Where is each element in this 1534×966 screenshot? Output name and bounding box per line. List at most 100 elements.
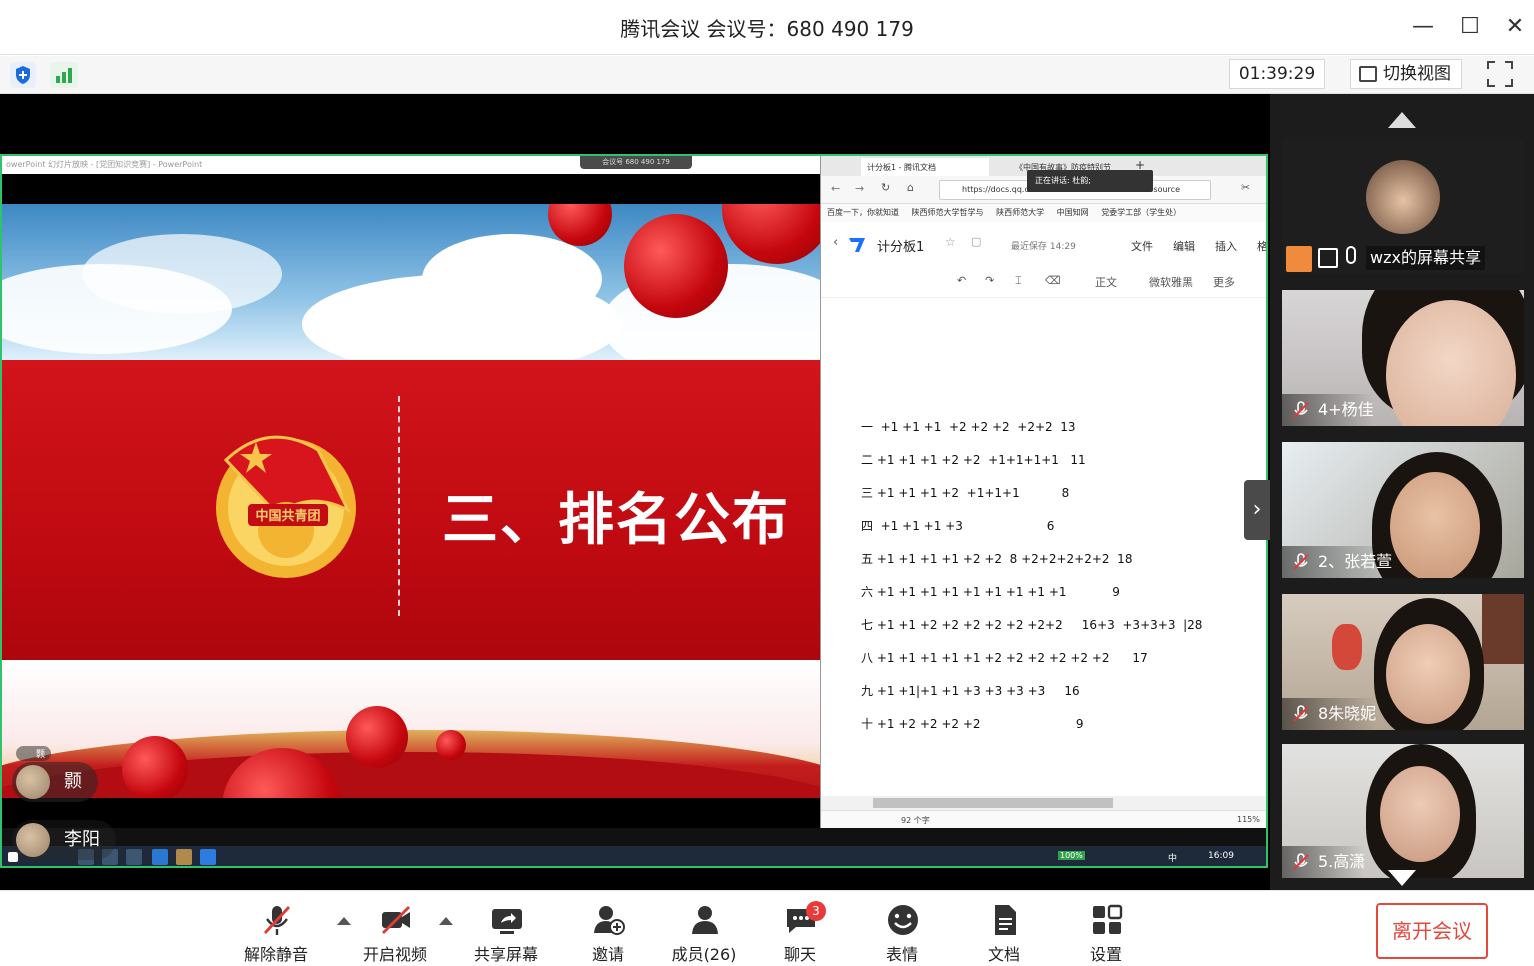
fullscreen-icon[interactable] <box>1487 61 1513 87</box>
bookmark-item[interactable]: 党委学工部（学生处） <box>1101 208 1181 217</box>
bookmarks-bar: 百度一下，你就知道 陕西师范大学哲学与 陕西师范大学 中国知网 党委学工部（学生… <box>821 204 1266 222</box>
face <box>1390 472 1480 578</box>
doc-header: ‹ 计分板1 ☆ ▢ 最近保存 14:29 文件 编辑 插入 格 <box>821 222 1266 262</box>
switch-view-button[interactable]: 切换视图 <box>1350 59 1462 89</box>
share-screen-button[interactable]: 共享屏幕 <box>466 899 546 964</box>
security-shield-icon[interactable] <box>10 62 36 88</box>
slide-title: 三、排名公布 <box>442 488 790 553</box>
doc-title: 计分板1 <box>877 240 925 255</box>
extension-icon[interactable]: ✂ <box>1241 181 1250 194</box>
ppt-slide: 中国共青团 三、排名公布 <box>2 204 820 798</box>
taskbar-app-icon <box>126 849 142 865</box>
bookmark-item[interactable]: 陕西师范大学 <box>996 208 1044 217</box>
leave-meeting-button[interactable]: 离开会议 <box>1376 903 1488 959</box>
forward-icon[interactable]: → <box>855 182 864 195</box>
zoom-level[interactable]: 115% <box>1237 815 1260 824</box>
taskbar-app-icon <box>176 849 192 865</box>
doc-format-toolbar: ↶ ↷ ⌶ ⌫ 正文 微软雅黑 更多 <box>821 262 1266 298</box>
redo-icon[interactable]: ↷ <box>985 274 994 287</box>
participant-nametag: 颢 <box>12 762 98 802</box>
clear-format-icon[interactable]: ⌫ <box>1045 274 1061 287</box>
switch-view-label: 切换视图 <box>1383 64 1451 84</box>
star-icon[interactable]: ☆ <box>945 235 956 249</box>
mic-muted-icon <box>1293 853 1309 870</box>
more-dropdown[interactable]: 更多 <box>1213 274 1235 290</box>
bookmark-item[interactable]: 百度一下，你就知道 <box>827 208 899 217</box>
decoration <box>1332 624 1362 670</box>
next-page-button[interactable]: › <box>1244 480 1270 540</box>
main-stage: owerPoint 幻灯片放映 - [党团知识竞赛] - PowerPoint <box>0 94 1270 890</box>
back-icon[interactable]: ← <box>831 182 840 195</box>
menu-edit[interactable]: 编辑 <box>1173 238 1195 254</box>
participant-tile[interactable]: 2、张若萱 <box>1282 442 1524 578</box>
close-button[interactable]: ✕ <box>1500 12 1530 42</box>
menu-file[interactable]: 文件 <box>1131 238 1153 254</box>
menu-format[interactable]: 格 <box>1257 238 1266 254</box>
score-row: 五 +1 +1 +1 +1 +2 +2 8 +2+2+2+2+2 18 <box>861 552 1133 566</box>
emblem-text: 中国共青团 <box>255 508 320 524</box>
menu-insert[interactable]: 插入 <box>1215 238 1237 254</box>
unmute-button[interactable]: 解除静音 <box>236 899 316 964</box>
settings-button[interactable]: 设置 <box>1066 899 1146 964</box>
taskbar-app-icon <box>200 849 216 865</box>
home-icon[interactable]: ⌂ <box>907 181 914 194</box>
score-row: 一 +1 +1 +1 +2 +2 +2 +2+2 13 <box>861 420 1076 434</box>
participant-name-bar: 4+杨佳 <box>1282 394 1374 426</box>
participant-tile[interactable]: 5.高潇 <box>1282 744 1524 878</box>
avatar <box>16 823 50 857</box>
meeting-timer: 01:39:29 <box>1229 59 1325 89</box>
members-icon <box>692 906 718 934</box>
minimize-button[interactable]: — <box>1408 12 1438 42</box>
browser-tab[interactable]: 计分板1 - 腾讯文档 <box>861 158 989 176</box>
score-row: 九 +1 +1|+1 +1 +3 +3 +3 +3 16 <box>861 684 1080 698</box>
scroll-up-icon[interactable] <box>1388 112 1416 128</box>
emoji-button[interactable]: 表情 <box>862 899 942 964</box>
chat-button[interactable]: 3 聊天 <box>760 899 840 964</box>
taskbar-clock: 16:09 <box>1208 851 1234 861</box>
meeting-toolbar: 01:39:29 切换视图 <box>0 56 1534 94</box>
participant-tile[interactable]: 8朱晓妮 <box>1282 594 1524 730</box>
docs-button[interactable]: 文档 <box>964 899 1044 964</box>
start-video-button[interactable]: 开启视频 <box>355 899 435 964</box>
members-button[interactable]: 成员(26) <box>664 899 744 964</box>
score-row: 十 +1 +2 +2 +2 +2 9 <box>861 717 1084 731</box>
audio-options-caret[interactable] <box>337 917 351 925</box>
participant-tile[interactable]: 4+杨佳 <box>1282 290 1524 426</box>
participant-name: wzx的屏幕共享 <box>1366 246 1485 270</box>
avatar <box>1366 160 1440 234</box>
meeting-title: 腾讯会议 会议号：680 490 179 <box>620 17 914 41</box>
shared-meeting-label: 会议号 680 490 179 <box>580 156 692 169</box>
signal-strength-icon[interactable] <box>50 62 78 88</box>
bookmark-item[interactable]: 中国知网 <box>1057 208 1089 217</box>
document-icon <box>995 905 1016 935</box>
doc-body[interactable]: 一 +1 +1 +1 +2 +2 +2 +2+2 13 二 +1 +1 +1 +… <box>821 298 1266 796</box>
video-options-caret[interactable] <box>439 917 453 925</box>
maximize-button[interactable]: ☐ <box>1455 12 1485 42</box>
bookmark-item[interactable]: 陕西师范大学哲学与 <box>912 208 984 217</box>
taskbar-app-icon <box>152 849 168 865</box>
score-row: 三 +1 +1 +1 +2 +1+1+1 8 <box>861 486 1070 500</box>
style-dropdown[interactable]: 正文 <box>1095 274 1117 290</box>
face <box>1380 766 1460 862</box>
invite-button[interactable]: 邀请 <box>568 899 648 964</box>
participant-tile[interactable]: wzx的屏幕共享 <box>1282 140 1524 274</box>
undo-icon[interactable]: ↶ <box>957 274 966 287</box>
back-chevron-icon[interactable]: ‹ <box>833 235 838 250</box>
mic-muted-icon <box>263 906 291 935</box>
slide-red-band: 中国共青团 三、排名公布 <box>2 360 820 660</box>
screen-share-view: owerPoint 幻灯片放映 - [党团知识竞赛] - PowerPoint <box>0 154 1268 868</box>
horizontal-scrollbar[interactable] <box>821 796 1266 810</box>
font-dropdown[interactable]: 微软雅黑 <box>1149 274 1193 290</box>
participant-name-bar: 5.高潇 <box>1282 846 1366 878</box>
speaking-indicator: 正在讲话: 杜韵; <box>1027 170 1153 192</box>
meeting-controls: 解除静音 开启视频 共享屏幕 邀请 成员(26) 3 聊天 表情 文档 设置 离… <box>0 890 1534 966</box>
folder-icon[interactable]: ▢ <box>971 235 981 248</box>
scroll-down-icon[interactable] <box>1388 870 1416 886</box>
title-bar: 腾讯会议 会议号：680 490 179 — ☐ ✕ <box>0 0 1534 55</box>
camera-off-icon <box>382 906 410 934</box>
battery-indicator: 100% <box>1058 851 1085 860</box>
score-row: 六 +1 +1 +1 +1 +1 +1 +1 +1 +1 9 <box>861 585 1120 599</box>
refresh-icon[interactable]: ↻ <box>881 181 890 194</box>
emoji-icon <box>888 905 918 935</box>
format-painter-icon[interactable]: ⌶ <box>1015 274 1022 288</box>
